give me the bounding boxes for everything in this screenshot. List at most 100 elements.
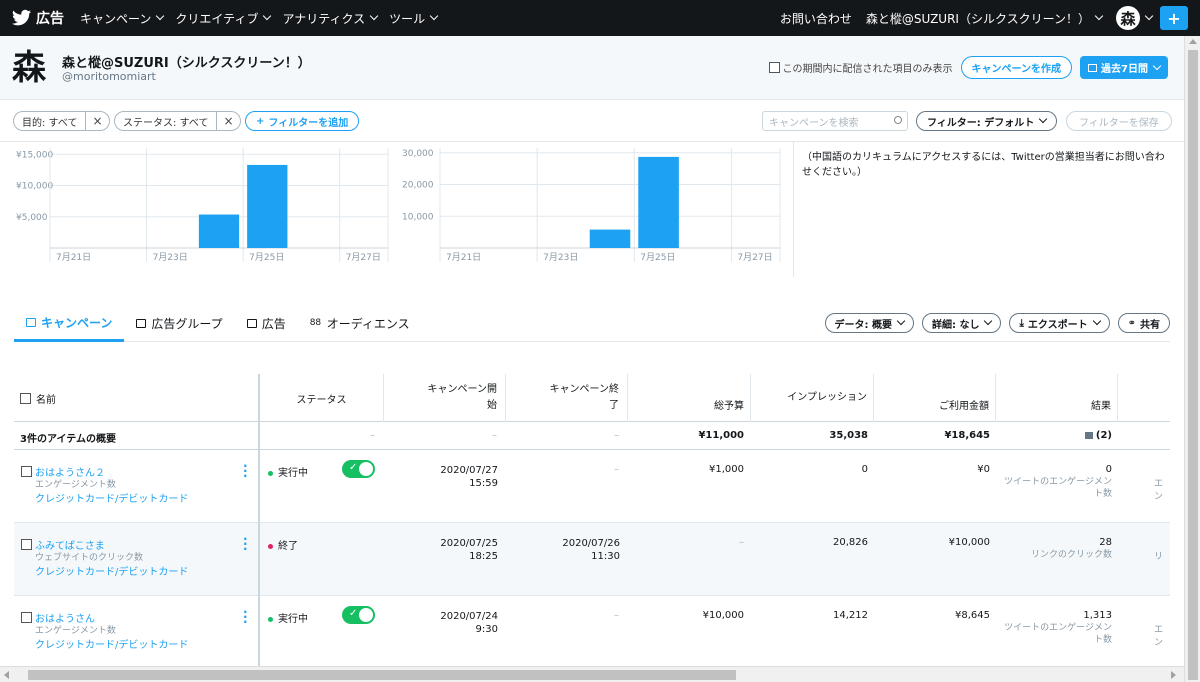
chevron-down-icon <box>1144 11 1154 21</box>
twitter-bird-icon <box>12 9 32 26</box>
toggle-knob <box>359 608 373 622</box>
close-icon[interactable]: × <box>217 114 239 128</box>
payment-method-link[interactable]: クレジットカード/デビットカード <box>35 636 188 651</box>
objective-filter[interactable]: 目的: すべて × <box>13 111 110 131</box>
campaign-toggle[interactable]: ✓ <box>342 606 375 624</box>
vertical-scrollbar[interactable] <box>1184 36 1200 682</box>
nav-analytics[interactable]: アナリティクス <box>282 10 379 27</box>
chevron-down-icon <box>369 11 379 21</box>
download-icon: ⤓ <box>1019 317 1024 329</box>
scroll-right-icon[interactable] <box>1171 671 1176 679</box>
tab-ads[interactable]: 広告 <box>235 305 298 342</box>
row-checkbox[interactable] <box>21 612 32 623</box>
details-button[interactable]: 詳細: なし <box>922 313 1002 333</box>
col-start[interactable]: キャンペーン開始 <box>384 374 506 422</box>
scrollbar-thumb[interactable] <box>1188 50 1198 680</box>
chevron-down-icon <box>984 316 993 326</box>
col-budget[interactable]: 総予算 <box>628 374 751 422</box>
col-budget-label: 総予算 <box>714 401 744 412</box>
row-checkbox[interactable] <box>21 466 32 477</box>
create-campaign-button[interactable]: キャンペーンを作成 <box>960 56 1073 79</box>
nav-tools[interactable]: ツール <box>389 10 439 27</box>
start-date: 2020/07/25 18:25 <box>384 537 498 563</box>
bar <box>589 229 631 248</box>
col-results[interactable]: 結果 <box>996 374 1118 422</box>
only-delivered-checkbox[interactable] <box>768 62 780 73</box>
end-time-value: 11:30 <box>591 551 620 562</box>
user-menu[interactable]: 森 <box>1116 6 1154 30</box>
contact-link[interactable]: お問い合わせ <box>780 10 852 27</box>
payment-method-link[interactable]: クレジットカード/デビットカード <box>35 563 188 578</box>
export-button[interactable]: ⤓ エクスポート <box>1009 313 1110 333</box>
more-options-icon[interactable]: · · · <box>243 533 248 555</box>
results: 0 ツイートのエンゲージメン ト数 <box>996 464 1112 500</box>
nav-campaigns[interactable]: キャンペーン <box>80 10 165 27</box>
tab-ad-groups[interactable]: 広告グループ <box>124 305 234 342</box>
col-status[interactable]: ステータス <box>260 374 384 422</box>
nav-creatives[interactable]: クリエイティブ <box>175 10 272 27</box>
col-impressions-label: インプレッション <box>787 392 867 403</box>
tab-campaigns[interactable]: キャンペーン <box>14 305 125 342</box>
col-impressions[interactable]: インプレッション <box>751 374 874 422</box>
data-view-button[interactable]: データ: 概要 <box>824 313 914 333</box>
col-end[interactable]: キャンペーン終了 <box>506 374 628 422</box>
col-results-label: 結果 <box>1091 401 1111 412</box>
tab-ad-groups-label: 広告グループ <box>151 317 223 331</box>
ad-icon <box>246 319 257 328</box>
row-checkbox[interactable] <box>21 539 32 550</box>
scroll-left-icon[interactable] <box>4 671 9 679</box>
payment-method-link[interactable]: クレジットカード/デビットカード <box>35 490 188 505</box>
campaign-toggle[interactable]: ✓ <box>342 460 375 478</box>
horizontal-scrollbar[interactable] <box>0 666 1184 682</box>
save-filter-button[interactable]: フィルターを保存 <box>1066 111 1172 131</box>
account-name: 森と樅@SUZURI（シルクスクリーン！） <box>62 56 311 71</box>
table-header: 名前 ステータス キャンペーン開始 キャンペーン終了 総予算 インプレッション … <box>14 374 1170 422</box>
add-filter-button[interactable]: + フィルターを追加 <box>245 111 360 131</box>
calendar-icon <box>1088 63 1098 72</box>
only-delivered-checkbox-group[interactable]: この期間内に配信された項目のみ表示 <box>768 60 953 75</box>
table-row[interactable]: おはようさん２ エンゲージメント数 クレジットカード/デビットカード · · · 実… <box>14 450 1170 523</box>
compose-tweet-button[interactable]: + <box>1160 6 1188 30</box>
ad-group-icon <box>136 319 147 328</box>
scrollbar-thumb[interactable] <box>28 670 736 680</box>
avatar: 森 <box>1116 6 1140 30</box>
summary-end: – <box>614 430 619 441</box>
date-range-button[interactable]: 過去7日間 <box>1080 56 1168 79</box>
status-dot <box>268 470 273 476</box>
chevron-down-icon <box>1152 61 1162 70</box>
status-badge: 実行中 <box>268 610 308 625</box>
link-icon: ⚭ <box>1127 317 1136 329</box>
tab-ads-label: 広告 <box>261 317 286 331</box>
campaign-search-input[interactable]: キャンペーンを検索 <box>762 111 908 131</box>
impressions-chart-svg: 10,000 20,000 30,000 7月21日 7月23日 7月25日 7月27日 <box>402 148 781 263</box>
y-tick-label: ¥15,000 <box>16 150 53 160</box>
more-options-icon[interactable]: · · · <box>243 606 248 628</box>
x-tick-label: 7月27日 <box>346 252 381 263</box>
brand-label: 広告 <box>36 11 64 27</box>
table-row[interactable]: ふみてぱこさま ウェブサイトのクリック数 クレジットカード/デビットカード · ·… <box>14 523 1170 596</box>
col-spend[interactable]: ご利用金額 <box>874 374 996 422</box>
col-name[interactable]: 名前 <box>20 374 258 422</box>
status-filter[interactable]: ステータス: すべて × <box>114 111 241 131</box>
summary-impressions: 35,038 <box>829 430 868 441</box>
campaign-objective: エンゲージメント数 <box>35 480 116 490</box>
date-range-label: 過去7日間 <box>1101 64 1148 75</box>
x-tick-label: 7月27日 <box>737 252 772 263</box>
budget: – <box>739 537 744 548</box>
share-button[interactable]: ⚭ 共有 <box>1117 313 1170 333</box>
account-menu[interactable]: 森と樅@SUZURI（シルクスクリーン！） <box>866 10 1104 27</box>
more-options-icon[interactable]: · · · <box>243 460 248 482</box>
only-delivered-label: この期間内に配信された項目のみ表示 <box>782 64 953 75</box>
overflow-cell: エン <box>1154 625 1164 648</box>
select-all-checkbox[interactable] <box>20 392 31 404</box>
impressions: 14,212 <box>833 610 868 621</box>
start-time-value: 9:30 <box>475 624 498 635</box>
close-icon[interactable]: × <box>86 114 108 128</box>
table-row[interactable]: おはようさん エンゲージメント数 クレジットカード/デビットカード · · · 実行… <box>14 596 1170 669</box>
plus-icon: + <box>256 115 265 127</box>
filter-default-button[interactable]: フィルター: デフォルト <box>916 111 1058 131</box>
chevron-down-icon <box>156 11 165 21</box>
ads-home-link[interactable]: 広告 <box>0 8 64 28</box>
scroll-up-icon[interactable] <box>1189 39 1197 44</box>
tab-audiences[interactable]: 88 オーディエンス <box>298 305 422 342</box>
